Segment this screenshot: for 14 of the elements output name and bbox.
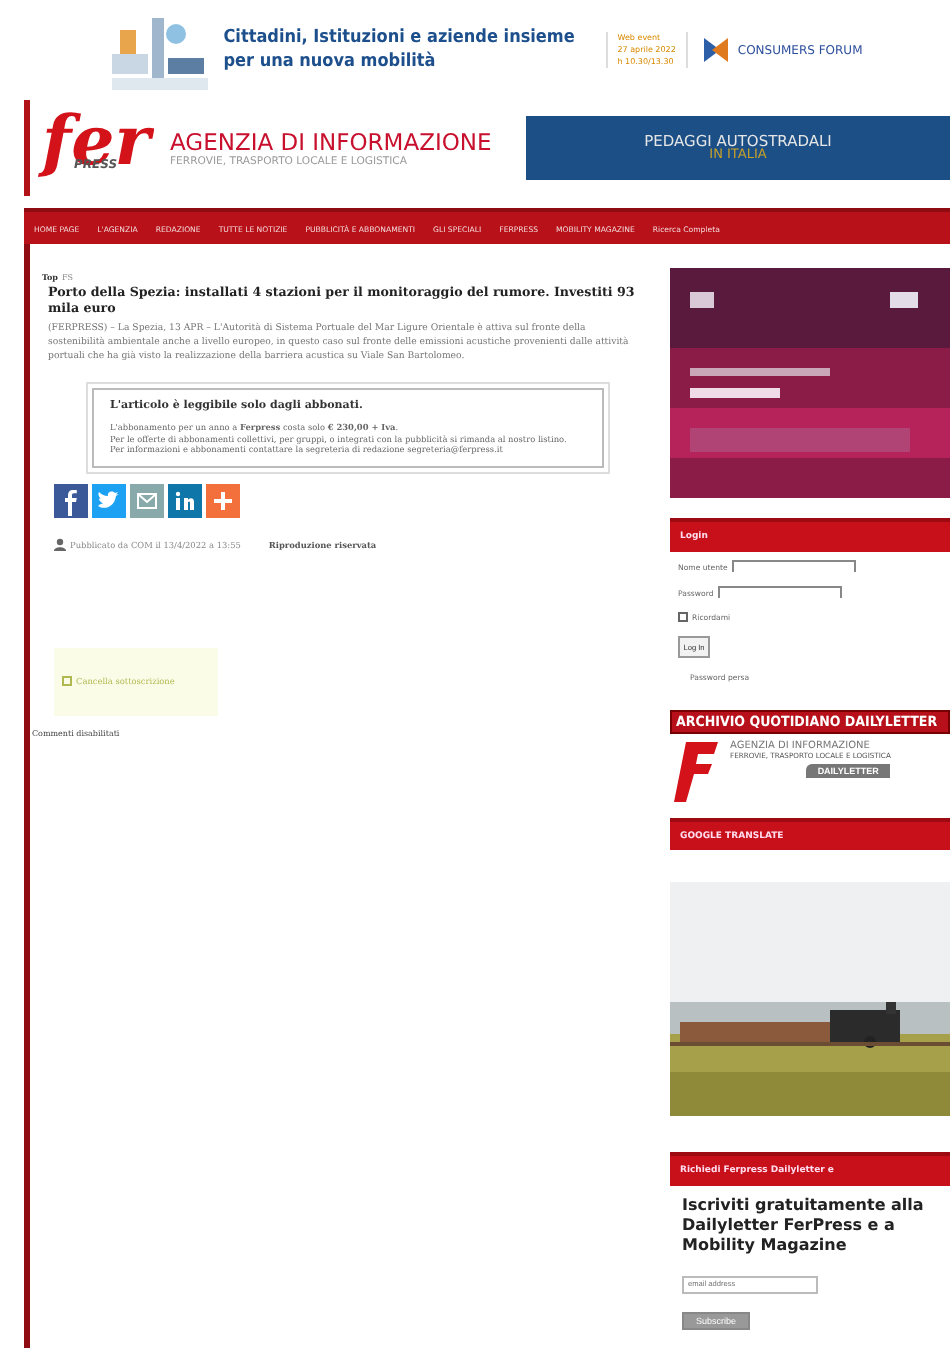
share-facebook-icon[interactable] [54,483,88,518]
share-envelope-icon[interactable] [130,483,164,518]
input-field[interactable] [731,560,856,572]
share-linkedin-icon[interactable] [168,483,202,518]
checkbox[interactable] [678,612,688,622]
checkbox-icon [62,676,72,687]
banner-headline: Cittadini, Istituzioni e aziende insieme per una nuova mobilità [223,26,577,74]
input-field[interactable] [717,586,842,598]
logo-icon [699,34,732,66]
user-icon [54,537,66,552]
share-plus-icon[interactable] [206,483,240,518]
share-bird-icon[interactable] [92,483,126,518]
newsletter-heading: Iscriviti gratuitamente alla Dailyletter FerPress e a Mobility Magazine [682,1196,926,1256]
site-title: AGENZIA DI INFORMAZIONE [170,128,494,156]
